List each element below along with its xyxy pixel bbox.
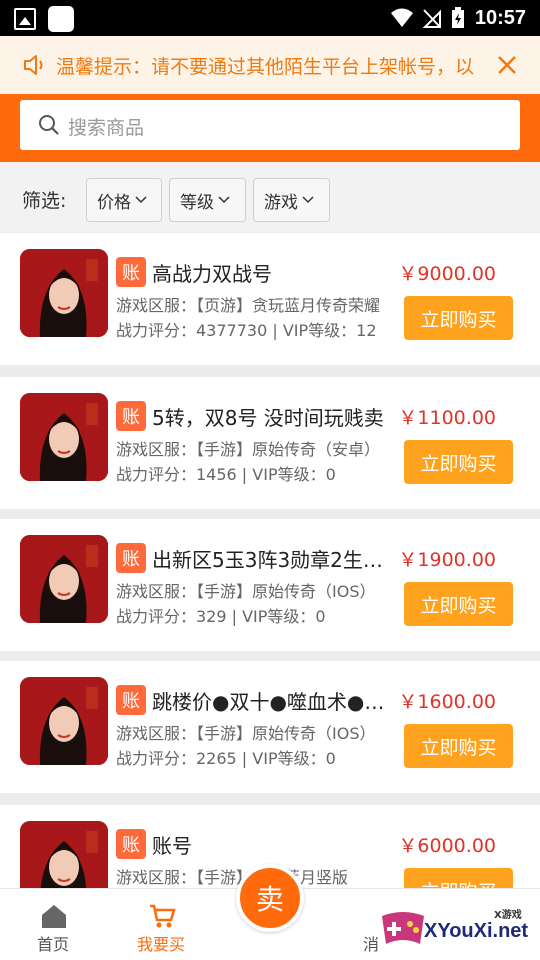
watermark-small: X游戏: [494, 910, 522, 921]
search-input[interactable]: 搜索商品: [20, 100, 520, 150]
filter-label: 筛选:: [22, 190, 67, 212]
game-thumbnail: [20, 535, 108, 623]
listing-server: 游戏区服：【手游】原始传奇（IOS）: [116, 582, 376, 601]
chevron-down-icon: [135, 196, 147, 204]
account-tag: 账: [116, 257, 146, 287]
listing-server: 游戏区服：【页游】贪玩蓝月传奇荣耀: [116, 296, 381, 315]
filter-game-label: 游戏: [264, 192, 298, 213]
listing-server: 游戏区服：【手游】原始传奇（安卓）: [116, 440, 381, 459]
home-icon: [42, 905, 66, 928]
notice-bar: 温馨提示：请不要通过其他陌生平台上架帐号，以: [0, 36, 540, 94]
listing-card[interactable]: 账 出新区5玉3阵3勋章2生肖… ￥1900.00 游戏区服：【手游】原始传奇（…: [0, 519, 540, 651]
listing-title: 账号: [152, 834, 192, 858]
listing-title: 5转，双8号 没时间玩贱卖: [152, 406, 384, 430]
listing-card[interactable]: 账 跳楼价●双十●噬血术●… ￥1600.00 游戏区服：【手游】原始传奇（IO…: [0, 661, 540, 793]
game-thumbnail: [20, 249, 108, 337]
listing-price: ￥1600.00: [398, 691, 496, 713]
clock: 10:57: [474, 6, 526, 29]
cart-icon: [150, 904, 176, 928]
wifi-icon: [390, 8, 413, 27]
account-tag: 账: [116, 401, 146, 431]
watermark-text: XYouXi.net: [424, 920, 529, 942]
listing-stats: 战力评分：4377730 | VIP等级：12: [116, 321, 377, 340]
filter-price-label: 价格: [97, 192, 131, 213]
filter-game-button[interactable]: 游戏: [253, 178, 330, 222]
game-thumbnail: [20, 393, 108, 481]
listing-stats: 战力评分：2265 | VIP等级：0: [116, 749, 336, 768]
buy-now-button[interactable]: 立即购买: [404, 582, 513, 626]
close-icon[interactable]: [496, 54, 518, 76]
listing-title: 跳楼价●双十●噬血术●…: [152, 690, 385, 714]
watermark: X游戏 XYouXi.net: [370, 898, 540, 960]
search-header: 搜索商品: [0, 94, 540, 162]
battery-charging-icon: [451, 7, 464, 28]
account-tag: 账: [116, 543, 146, 573]
filter-price-button[interactable]: 价格: [86, 178, 162, 222]
notice-text: 温馨提示：请不要通过其他陌生平台上架帐号，以: [56, 56, 475, 78]
app-notification-icon: [48, 6, 74, 32]
listing-title: 高战力双战号: [152, 262, 272, 286]
nav-buy[interactable]: 我要买: [116, 889, 206, 960]
nav-home[interactable]: 首页: [8, 889, 98, 960]
gamepad-logo-icon: [382, 912, 424, 944]
filter-level-label: 等级: [180, 192, 214, 213]
no-signal-icon: [422, 9, 441, 28]
listing-server: 游戏区服：【手游】原始传奇（IOS）: [116, 724, 376, 743]
search-placeholder: 搜索商品: [68, 117, 145, 139]
account-tag: 账: [116, 685, 146, 715]
search-icon: [39, 115, 59, 135]
filter-bar: 筛选: 价格 等级 游戏: [0, 162, 540, 232]
buy-now-button[interactable]: 立即购买: [404, 296, 513, 340]
chevron-down-icon: [218, 196, 230, 204]
listing-stats: 战力评分：329 | VIP等级：0: [116, 607, 326, 626]
game-thumbnail: [20, 677, 108, 765]
filter-level-button[interactable]: 等级: [169, 178, 246, 222]
nav-home-label: 首页: [36, 935, 69, 954]
buy-now-button[interactable]: 立即购买: [404, 440, 513, 484]
listing-card[interactable]: 账 5转，双8号 没时间玩贱卖 ￥1100.00 游戏区服：【手游】原始传奇（安…: [0, 377, 540, 509]
account-tag: 账: [116, 829, 146, 859]
nav-buy-label: 我要买: [136, 935, 185, 954]
speaker-icon: [24, 55, 43, 75]
sell-button[interactable]: 卖: [236, 864, 304, 932]
listing-price: ￥9000.00: [398, 263, 496, 285]
listing-title: 出新区5玉3阵3勋章2生肖…: [152, 548, 396, 572]
listing-price: ￥1900.00: [398, 549, 496, 571]
buy-now-button[interactable]: 立即购买: [404, 724, 513, 768]
chevron-down-icon: [302, 196, 314, 204]
listing-card[interactable]: 账 高战力双战号 ￥9000.00 游戏区服：【页游】贪玩蓝月传奇荣耀 战力评分…: [0, 233, 540, 365]
status-bar: 10:57: [0, 0, 540, 36]
listing-price: ￥6000.00: [398, 835, 496, 857]
image-notification-icon: [14, 8, 36, 30]
listing-stats: 战力评分：1456 | VIP等级：0: [116, 465, 336, 484]
listing-price: ￥1100.00: [398, 407, 496, 429]
